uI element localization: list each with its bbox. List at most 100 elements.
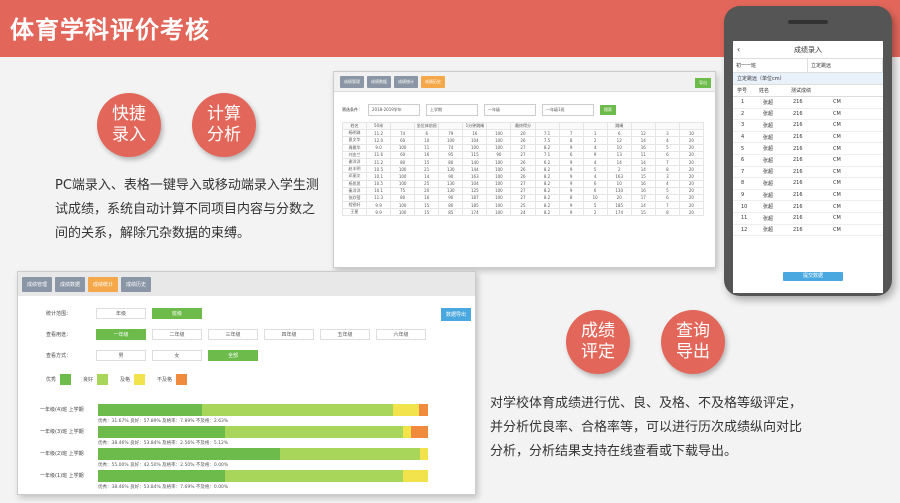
phone-screen: ‹ 成绩录入 初一一班 立定跳远 立定跳远（单位cm） 学号 姓名 测试成绩 1… [733, 41, 883, 293]
table-cell: 11.2 [366, 157, 392, 167]
row-score[interactable]: 216 [793, 215, 833, 221]
table-cell: 20 [678, 208, 705, 217]
score-entry-row[interactable]: 2 张超 216 CM [733, 109, 883, 121]
table-cell: 60 [390, 150, 416, 159]
row-id: 12 [741, 226, 748, 233]
table-cell: 104 [462, 179, 488, 188]
table-cell: 10.1 [366, 172, 392, 181]
table-cell: 20 [606, 193, 632, 203]
table-cell: 6 [582, 186, 608, 195]
grade-option-2[interactable]: 二年级 [152, 329, 202, 340]
event-select[interactable]: 立定跳远 [808, 59, 883, 72]
row-score[interactable]: 216 [793, 122, 833, 128]
row-score[interactable]: 216 [793, 204, 833, 210]
search-button[interactable]: 搜索 [600, 105, 616, 115]
table-cell: 100 [486, 157, 512, 167]
table-cell: 12 [606, 136, 632, 145]
grade-option-6[interactable]: 六年级 [376, 329, 426, 340]
submit-data-button[interactable]: 提交数据 [783, 272, 843, 281]
score-entry-row[interactable]: 3 张超 216 CM [733, 120, 883, 132]
feature-calc-analysis: 计算分析 [192, 93, 256, 157]
term-select[interactable]: 上学期 [426, 104, 478, 116]
table-header-cell [678, 121, 705, 131]
tab-score-history[interactable]: 成绩历史 [121, 276, 152, 292]
table-cell: 26 [510, 172, 536, 181]
table-cell: 85 [438, 208, 464, 217]
col-name: 姓名 [759, 88, 770, 94]
table-row: 张欣蓓 11.3 80 16 90 187 100 27 8.2 8 10 20 17 6 20 [341, 193, 705, 203]
row-id: 1 [741, 99, 745, 106]
grade-select[interactable]: 一年级 [484, 104, 536, 116]
class-select[interactable]: 初一一班 [733, 59, 808, 72]
score-entry-row[interactable]: 8 张超 216 CM [733, 178, 883, 190]
table-cell: 95 [438, 150, 464, 159]
grade-option-4[interactable]: 四年级 [264, 329, 314, 340]
row-score[interactable]: 216 [793, 134, 833, 140]
table-cell: 27 [510, 186, 536, 195]
score-table: 姓名 50米 坐位体前屈 1分钟跳绳 最终得分 跳绳 杨明珠 11.2 74 6 79 16 100 20… [341, 121, 705, 217]
data-export-button[interactable]: 数据导出 [440, 308, 471, 321]
bar-row: 一年级(4)班 上学期 优秀：31.67% 良好：57.89% 及格率：7.89%… [40, 404, 428, 426]
export-button[interactable]: 导出 [695, 78, 711, 88]
stacked-bar [98, 470, 428, 482]
table-cell: 20 [678, 136, 705, 145]
score-entry-row[interactable]: 9 张超 216 CM [733, 190, 883, 202]
row-score[interactable]: 216 [793, 169, 833, 175]
tab-score-history[interactable]: 成绩历史 [421, 75, 445, 88]
year-select[interactable]: 2018-2019学年 [368, 104, 420, 116]
tab-score-management[interactable]: 成绩管理 [340, 75, 364, 88]
row-id: 9 [741, 192, 745, 199]
tab-score-stats[interactable]: 成绩统计 [394, 75, 418, 88]
table-header-cell [630, 121, 656, 131]
row-unit: CM [833, 145, 841, 152]
grade-option-1[interactable]: 一年级 [96, 329, 146, 340]
score-entry-row[interactable]: 6 张超 216 CM [733, 155, 883, 167]
table-cell: 10 [678, 129, 705, 138]
gender-male-option[interactable]: 男 [96, 350, 146, 361]
row-score[interactable]: 216 [793, 180, 833, 186]
table-cell: 8 [654, 165, 680, 174]
row-score[interactable]: 216 [793, 99, 833, 105]
score-entry-row[interactable]: 5 张超 216 CM [733, 143, 883, 155]
score-entry-row[interactable]: 12 张超 216 CM [733, 225, 883, 237]
tab-score-data[interactable]: 成绩数据 [367, 75, 391, 88]
score-entry-row[interactable]: 10 张超 216 CM [733, 201, 883, 213]
scope-class-option[interactable]: 班级 [152, 308, 202, 319]
tab-score-data[interactable]: 成绩数据 [55, 276, 86, 292]
gender-female-option[interactable]: 女 [152, 350, 202, 361]
table-cell: 100 [390, 172, 416, 181]
scope-grade-option[interactable]: 年级 [96, 308, 146, 319]
row-name: 张超 [763, 204, 774, 211]
table-cell: 刘金兰 [341, 150, 368, 159]
bar-label: 一年级(3)班 上学期 [40, 429, 84, 435]
row-score[interactable]: 216 [793, 227, 833, 233]
row-score[interactable]: 216 [793, 111, 833, 117]
row-score[interactable]: 216 [793, 157, 833, 163]
score-entry-row[interactable]: 11 张超 216 CM [733, 213, 883, 225]
table-cell: 10.5 [366, 165, 392, 174]
score-entry-row[interactable]: 4 张超 216 CM [733, 132, 883, 144]
table-cell: 90 [486, 150, 512, 159]
table-cell: 15 [630, 208, 656, 217]
table-header-cell: 1分钟跳绳 [462, 121, 488, 131]
table-row: 谢洋洋 11.2 80 15 80 140 100 26 6.2 9 4 14 14 7 20 [341, 157, 705, 167]
row-score[interactable]: 216 [793, 192, 833, 198]
phone-speaker [788, 20, 828, 24]
score-entry-row[interactable]: 1 张超 216 CM [733, 97, 883, 109]
table-cell: 100 [486, 172, 512, 181]
row-id: 6 [741, 157, 745, 164]
class-select[interactable]: 一年级1班 [542, 104, 594, 116]
bar-segment [202, 404, 394, 416]
row-score[interactable]: 216 [793, 146, 833, 152]
table-cell: 秦洋洋 [341, 186, 368, 195]
gender-all-option[interactable]: 全部 [208, 350, 258, 361]
table-row: 杨思思 10.5 100 25 130 104 100 27 8.2 9 6 10 16 4 20 [341, 179, 705, 188]
grade-option-5[interactable]: 五年级 [320, 329, 370, 340]
grade-option-3[interactable]: 三年级 [208, 329, 258, 340]
back-icon[interactable]: ‹ [737, 41, 740, 59]
score-entry-row[interactable]: 7 张超 216 CM [733, 167, 883, 179]
table-cell: 20 [678, 201, 705, 210]
table-cell: 14 [414, 172, 440, 181]
tab-score-stats[interactable]: 成绩统计 [88, 276, 119, 292]
tab-score-management[interactable]: 成绩管理 [22, 276, 53, 292]
